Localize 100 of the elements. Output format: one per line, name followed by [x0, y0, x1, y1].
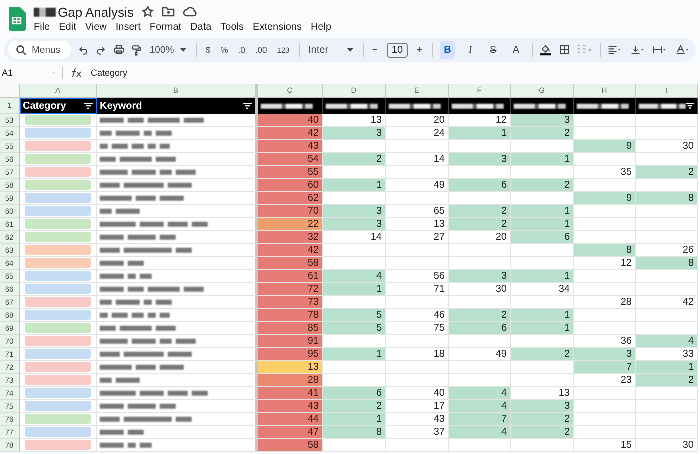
decrease-font-size-button[interactable]: −: [371, 41, 379, 59]
print-icon[interactable]: [114, 44, 124, 56]
filter-icon[interactable]: [686, 103, 694, 109]
table-cell: 4: [636, 335, 698, 348]
increase-font-size-button[interactable]: +: [416, 41, 424, 59]
table-cell: 18: [386, 348, 449, 361]
table-cell: 28: [574, 296, 636, 309]
align-left-icon[interactable]: [608, 44, 623, 56]
table-cell: 1: [323, 179, 386, 192]
score-cell: 58: [258, 439, 323, 452]
font-dropdown[interactable]: Inter: [308, 41, 355, 59]
table-cell: 7: [574, 361, 636, 374]
table-cell: 3: [323, 218, 386, 231]
star-icon[interactable]: [142, 6, 154, 18]
table-cell: 30: [636, 140, 698, 153]
spreadsheet-logo-icon[interactable]: [8, 7, 26, 31]
score-cell: 22: [258, 218, 323, 231]
table-cell: 71: [386, 283, 449, 296]
table-cell: 27: [386, 231, 449, 244]
blurred-title-prefix: [34, 8, 56, 16]
blurred-keyword: [100, 260, 144, 266]
blurred-keyword: [100, 442, 152, 448]
blurred-keyword: [100, 130, 172, 136]
zoom-dropdown[interactable]: 100%: [148, 41, 188, 59]
score-cell: 58: [258, 257, 323, 270]
table-cell: 14: [323, 231, 386, 244]
folder-icon[interactable]: [162, 6, 175, 18]
blurred-keyword: [100, 312, 170, 318]
font-size-field[interactable]: 10: [386, 42, 408, 58]
menu-item[interactable]: File: [34, 22, 50, 33]
table-cell: 8: [636, 192, 698, 205]
table-cell: 2: [323, 400, 386, 413]
score-cell: 43: [258, 140, 323, 153]
align-bottom-icon[interactable]: [630, 44, 646, 56]
search-icon: [16, 44, 27, 56]
borders-icon[interactable]: [560, 44, 570, 56]
italic-button[interactable]: I: [463, 41, 478, 59]
percent-button[interactable]: %: [220, 41, 230, 59]
menu-item[interactable]: Extensions: [253, 22, 302, 33]
text-rotation-icon[interactable]: [676, 44, 690, 56]
score-cell: 42: [258, 127, 323, 140]
table-cell: 3: [449, 270, 511, 283]
table-cell: 9: [574, 192, 636, 205]
table-cell: 2: [511, 426, 574, 439]
table-cell: 1: [449, 127, 511, 140]
score-cell: 70: [258, 205, 323, 218]
menu-item[interactable]: Help: [310, 22, 332, 33]
table-cell: 1: [511, 153, 574, 166]
name-box[interactable]: A1: [2, 68, 54, 78]
table-cell: 4: [449, 400, 511, 413]
formula-field[interactable]: Category: [91, 68, 128, 78]
search-field[interactable]: Menus: [8, 41, 71, 59]
menu-item[interactable]: Insert: [116, 22, 141, 33]
currency-button[interactable]: $: [205, 41, 212, 59]
merge-cells-icon[interactable]: [577, 44, 592, 56]
table-cell: 1: [323, 413, 386, 426]
filter-icon[interactable]: [84, 103, 93, 109]
score-cell: 62: [258, 192, 323, 205]
score-cell: 91: [258, 335, 323, 348]
blurred-keyword: [100, 300, 172, 304]
table-cell: 4: [449, 426, 511, 439]
table-cell: 20: [386, 114, 449, 127]
table-cell: 34: [511, 283, 574, 296]
redo-icon[interactable]: [96, 44, 106, 56]
function-icon: [71, 68, 83, 78]
table-cell: 2: [323, 153, 386, 166]
table-cell: 3: [511, 400, 574, 413]
score-cell: 40: [258, 114, 323, 127]
text-color-button[interactable]: A: [508, 41, 524, 59]
score-cell: 54: [258, 153, 323, 166]
document-title[interactable]: Gap Analysis: [58, 4, 134, 20]
bold-button[interactable]: B: [440, 41, 456, 59]
table-cell: 1: [511, 270, 574, 283]
score-cell: 44: [258, 413, 323, 426]
score-cell: 73: [258, 296, 323, 309]
table-cell: 3: [574, 348, 636, 361]
filter-icon[interactable]: [243, 103, 252, 109]
table-cell: 2: [636, 374, 698, 387]
decrease-decimals-button[interactable]: .0: [237, 41, 246, 59]
table-cell: 2: [511, 127, 574, 140]
blurred-keyword: [100, 208, 140, 214]
menu-item[interactable]: Tools: [220, 22, 244, 33]
menu-item[interactable]: Format: [150, 22, 182, 33]
blurred-header-text: [261, 104, 313, 108]
menu-item[interactable]: Edit: [59, 22, 76, 33]
table-cell: 30: [449, 283, 511, 296]
cloud-icon[interactable]: [182, 6, 197, 18]
table-cell: 2: [449, 205, 511, 218]
table-cell: 30: [636, 439, 698, 452]
menu-item[interactable]: View: [85, 22, 107, 33]
blurred-header-text: [326, 104, 378, 108]
score-cell: 78: [258, 309, 323, 322]
text-wrap-icon[interactable]: [653, 44, 668, 56]
score-cell: 13: [258, 361, 323, 374]
increase-decimals-button[interactable]: .00: [254, 41, 268, 59]
paint-bucket-icon[interactable]: [540, 43, 552, 57]
table-cell: 6: [323, 387, 386, 400]
menu-item[interactable]: Data: [190, 22, 212, 33]
paint-roller-icon[interactable]: [132, 44, 141, 56]
strikethrough-button[interactable]: S: [486, 41, 501, 59]
